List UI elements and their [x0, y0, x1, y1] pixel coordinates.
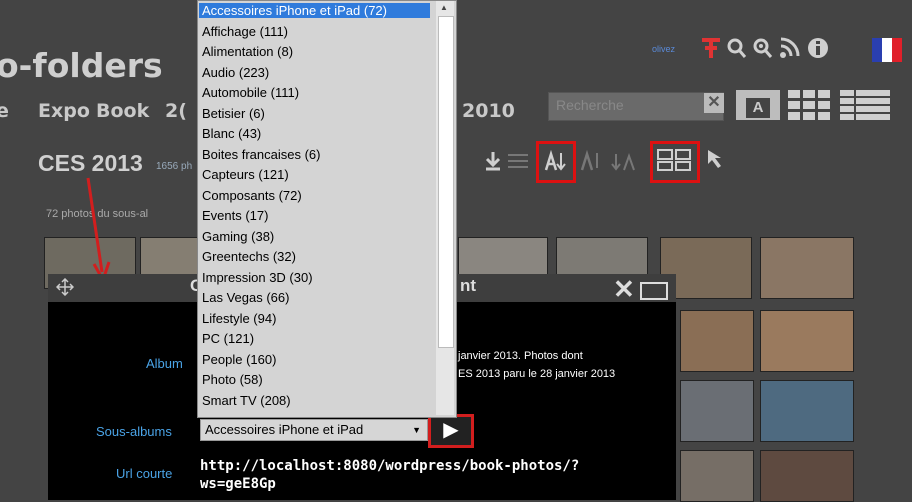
album-title: CES 2013 [38, 150, 143, 176]
list-view-icon[interactable] [840, 90, 890, 120]
short-url-label: Url courte [116, 466, 173, 481]
subalbums-label: Sous-albums [96, 424, 172, 439]
site-brand[interactable]: o-folders [0, 46, 163, 85]
live-badge[interactable]: olivez [652, 44, 675, 54]
short-url-line1[interactable]: http://localhost:8080/wordpress/book-pho… [200, 458, 579, 474]
dropdown-options: Accessoires iPhone et iPad (72) Affichage… [198, 1, 436, 415]
chevron-down-icon: ▼ [412, 425, 421, 435]
search-icon[interactable] [726, 36, 748, 60]
dropdown-option[interactable]: Automobile (111) [202, 85, 299, 100]
nav-item-expo[interactable]: Expo [38, 100, 90, 122]
dropdown-scrollbar-thumb[interactable] [438, 16, 454, 348]
lines-icon[interactable] [508, 152, 528, 170]
dropdown-option[interactable]: Alimentation (8) [202, 44, 293, 59]
short-url-line2[interactable]: ws=geE8Gp [200, 476, 276, 492]
thumbnail-size-icon[interactable] [657, 149, 691, 171]
french-flag-icon[interactable] [872, 38, 902, 62]
view-text-label: A [746, 98, 770, 118]
cursor-arrow-icon[interactable] [706, 148, 728, 170]
thumbnail[interactable] [680, 380, 754, 442]
dropdown-option[interactable]: Boites francaises (6) [202, 147, 321, 162]
dropdown-option[interactable]: Photo (58) [202, 372, 263, 387]
album-description-line1: janvier 2013. Photos dont [458, 350, 583, 362]
subalbum-select[interactable]: Accessoires iPhone et iPad ▼ [200, 419, 428, 441]
nav-item-2[interactable]: 2( [165, 100, 187, 122]
dropdown-option[interactable]: PC (121) [202, 331, 254, 346]
nav-item-2010[interactable]: 2010 [462, 100, 515, 122]
search-placeholder: Recherche [556, 97, 624, 113]
advanced-search-icon[interactable] [752, 36, 774, 60]
dropdown-option[interactable]: People (160) [202, 352, 276, 367]
thumbnail[interactable] [680, 310, 754, 372]
thumbnail[interactable] [760, 380, 854, 442]
info-icon[interactable] [806, 36, 830, 60]
annotation-arrow [86, 177, 111, 284]
subalbum-select-value: Accessoires iPhone et iPad [205, 422, 364, 437]
dropdown-option[interactable]: Blanc (43) [202, 126, 261, 141]
dropdown-option[interactable]: Events (17) [202, 208, 268, 223]
dropdown-option[interactable]: Affichage (111) [202, 24, 288, 39]
go-button[interactable]: ▶ [428, 414, 474, 448]
sort-alpha-icon[interactable] [542, 150, 568, 172]
move-icon[interactable] [56, 278, 74, 296]
dropdown-option[interactable]: Gaming (38) [202, 229, 274, 244]
album-photo-count: 1656 ph [156, 161, 193, 172]
thumbnail[interactable] [680, 450, 754, 502]
dropdown-option[interactable]: Smart TV (208) [202, 393, 291, 408]
scroll-up-icon[interactable]: ▲ [440, 3, 448, 12]
grid-view-icon[interactable] [788, 90, 830, 120]
maximize-icon[interactable] [640, 282, 668, 300]
dropdown-option[interactable]: Betisier (6) [202, 106, 265, 121]
filter-icon[interactable] [700, 34, 722, 62]
thumbnail[interactable] [760, 310, 854, 372]
thumbnail[interactable] [760, 450, 854, 502]
sort-date-icon[interactable] [578, 150, 604, 172]
nav-item-book[interactable]: Book [96, 100, 149, 122]
dropdown-option[interactable]: Composants (72) [202, 188, 302, 203]
view-text-icon[interactable]: A [736, 90, 780, 120]
album-label: Album [146, 356, 183, 371]
nav-item-1[interactable]: e [0, 100, 9, 122]
download-icon[interactable] [484, 150, 502, 172]
rss-icon[interactable] [778, 36, 800, 60]
dropdown-option[interactable]: Capteurs (121) [202, 167, 289, 182]
dropdown-option[interactable]: Impression 3D (30) [202, 270, 313, 285]
dialog-title-right: nt [460, 276, 477, 295]
dropdown-option[interactable]: Accessoires iPhone et iPad (72) [199, 3, 430, 18]
dropdown-option[interactable]: Greentechs (32) [202, 249, 296, 264]
thumbnail[interactable] [760, 237, 854, 299]
dropdown-option[interactable]: Las Vegas (66) [202, 290, 289, 305]
dropdown-option[interactable]: Lifestyle (94) [202, 311, 276, 326]
dropdown-option[interactable]: Audio (223) [202, 65, 269, 80]
sort-size-icon[interactable] [610, 150, 640, 172]
close-icon[interactable]: ✕ [613, 274, 635, 305]
search-clear-button[interactable]: ✕ [704, 93, 724, 113]
album-description-line2: ES 2013 paru le 28 janvier 2013 [458, 368, 616, 380]
